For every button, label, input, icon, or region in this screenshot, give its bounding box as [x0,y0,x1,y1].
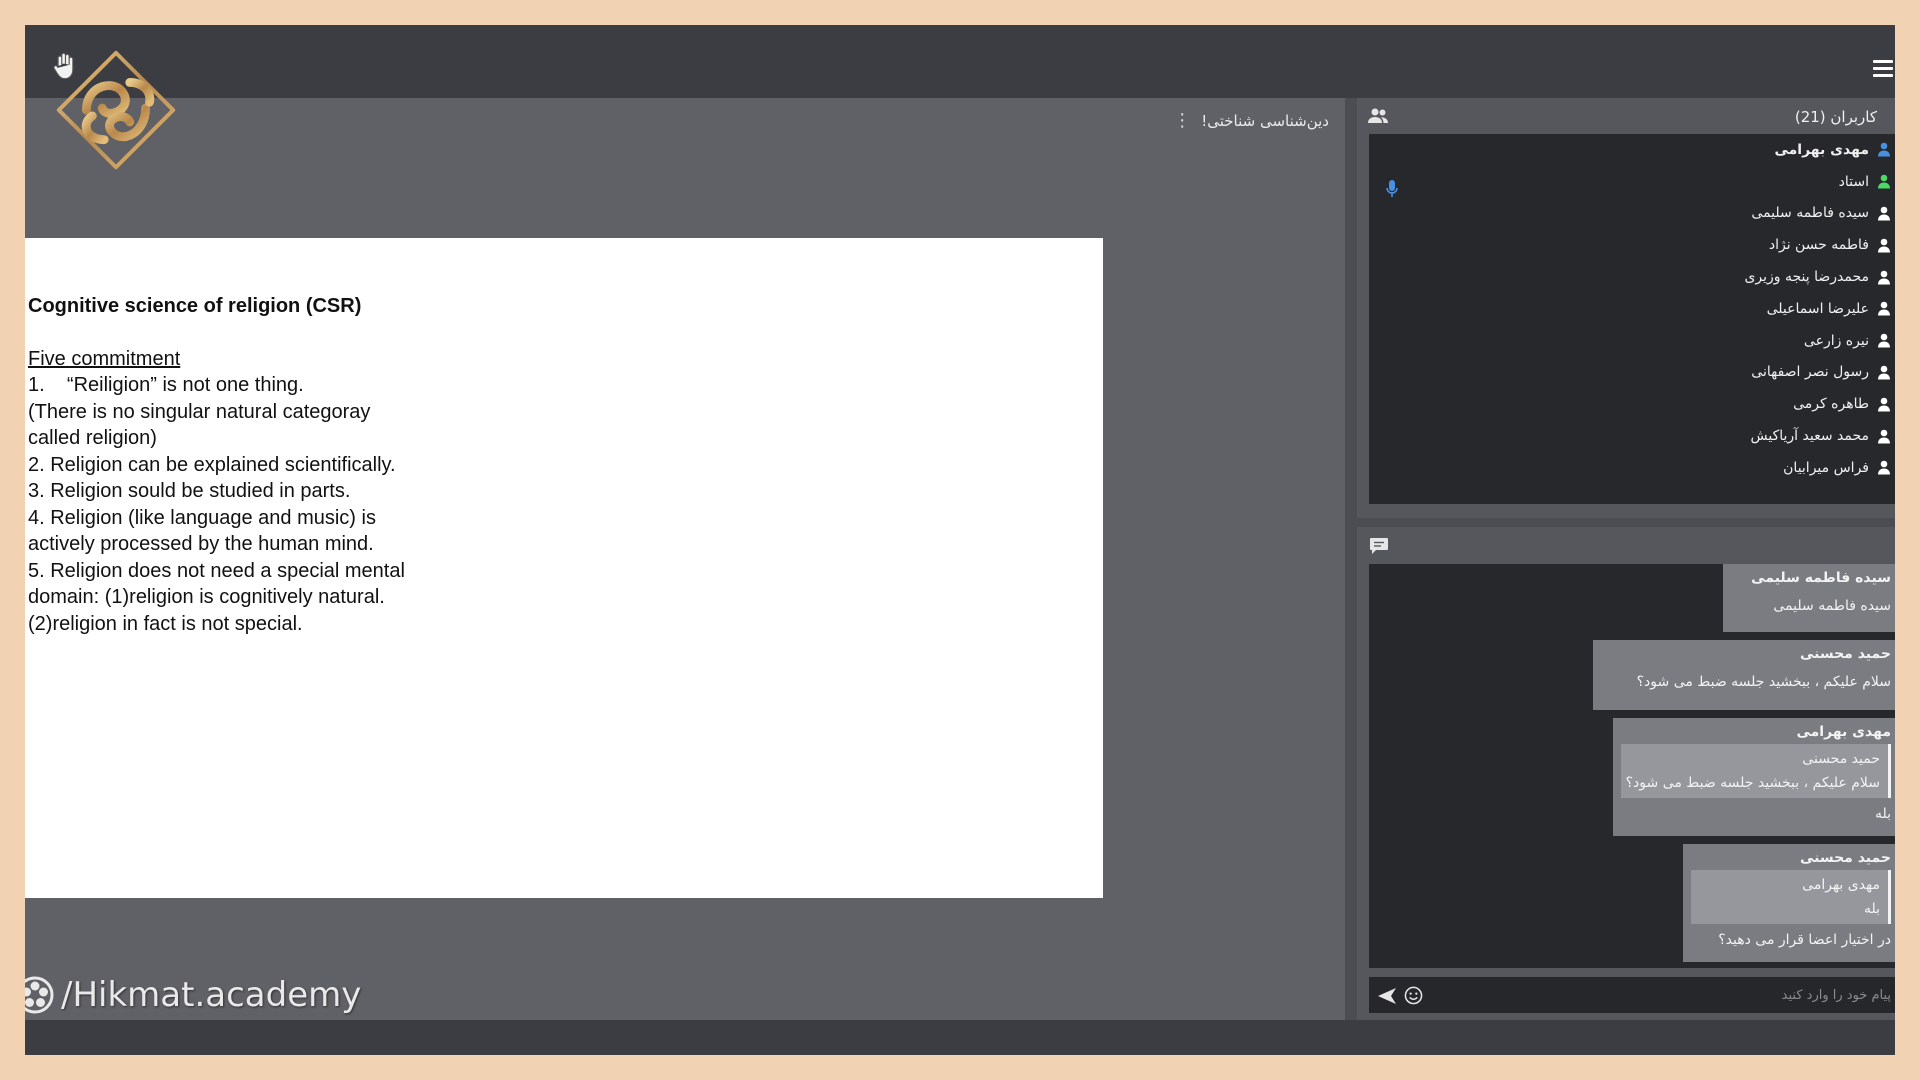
watermark-text: /Hikmat.academy [61,975,362,1015]
user-list-item[interactable]: مهدی بهرامی [1369,134,1895,166]
message-text: در اختیار اعضا قرار می دهید؟ [1718,932,1891,948]
message-author: مهدی بهرامی [1796,724,1891,740]
presentation-title: دین‌شناسی شناختی! [1201,112,1329,130]
quoted-message: مهدی بهرامی بله [1691,870,1891,924]
slide-line: 1. “Reiligion” is not one thing. [28,374,304,396]
user-name: علیرضا اسماعیلی [1766,300,1869,317]
slide-line: 5. Religion does not need a special ment… [28,559,405,582]
person-icon [1878,206,1890,221]
user-name: طاهره کرمی [1793,396,1869,413]
person-icon [1878,143,1890,157]
message-text: سلام علیکم ، ببخشید جلسه ضبط می شود؟ [1636,674,1891,690]
user-list-item[interactable]: رسول نصر اصفهانی [1369,357,1895,389]
top-bar [25,25,1895,98]
presentation-header: دین‌شناسی شناختی! ⋮ [1173,112,1329,131]
message-text: بله [1874,806,1891,822]
slide-line: domain: (1)religion is cognitively natur… [28,586,385,608]
quoted-author: حمید محسنی [1802,751,1880,767]
user-name: رسول نصر اصفهانی [1751,364,1869,381]
slide-line: 3. Religion sould be studied in parts. [28,480,351,502]
film-reel-icon [25,976,54,1014]
quoted-author: مهدی بهرامی [1802,877,1880,893]
person-icon [1878,333,1890,348]
user-list-item[interactable]: علیرضا اسماعیلی [1369,293,1895,325]
user-list-item[interactable]: طاهره کرمی [1369,388,1895,420]
user-list-item[interactable]: استاد [1369,166,1895,198]
slide-line: (2)religion in fact is not special. [28,612,303,635]
slide: Cognitive science of religion (CSR) Five… [25,238,1103,898]
person-icon [1878,238,1890,253]
slide-line: 2. Religion can be explained scientifica… [28,453,396,476]
chat-input-bar [1369,977,1895,1013]
quoted-text: بله [1863,901,1880,917]
slide-subtitle: Five commitment [28,347,181,370]
chat-message: حمید محسنی سلام علیکم ، ببخشید جلسه ضبط … [1593,640,1895,710]
bottom-bar [25,1020,1895,1055]
message-author: سیده فاطمه سلیمی [1751,570,1891,586]
quoted-message: حمید محسنی سلام علیکم ، ببخشید جلسه ضبط … [1621,744,1891,798]
quoted-text: سلام علیکم ، ببخشید جلسه ضبط می شود؟ [1625,775,1880,791]
user-name: سیده فاطمه سلیمی [1751,205,1869,222]
logo-icon [47,45,185,183]
users-panel: کاربران (21) مهدی بهرامی استاد سیده فاطمه … [1357,98,1895,518]
person-icon [1878,174,1890,189]
user-name: محمد سعید آریاکیش [1750,428,1870,445]
presentation-area: دین‌شناسی شناختی! ⋮ Cognitive science of… [25,98,1345,1020]
hamburger-menu-icon[interactable] [1873,60,1893,78]
user-name: فراس میرابیان [1783,459,1869,476]
person-icon [1878,365,1890,380]
user-name: فاطمه حسن نژاد [1768,237,1869,254]
user-name: استاد [1838,173,1869,190]
chat-message: حمید محسنی مهدی بهرامی بله در اختیار اعض… [1683,844,1895,962]
kebab-menu-icon[interactable]: ⋮ [1173,112,1191,130]
user-rows: مهدی بهرامی استاد سیده فاطمه سلیمی فاطمه حس… [1369,134,1895,484]
meeting-app: دین‌شناسی شناختی! ⋮ Cognitive science of… [25,25,1895,1055]
person-icon [1878,429,1890,444]
chat-message: مهدی بهرامی حمید محسنی سلام علیکم ، ببخش… [1613,718,1895,836]
message-author: حمید محسنی [1799,850,1891,866]
message-text: سیده فاطمه سلیمی [1773,598,1891,614]
slide-line: 4. Religion (like language and music) is [28,506,376,529]
user-list-item[interactable]: نیره زارعی [1369,325,1895,357]
message-author: حمید محسنی [1799,646,1891,662]
person-icon [1878,397,1890,412]
user-list-item[interactable]: محمدرضا پنجه وزیری [1369,261,1895,293]
chat-icon [1370,538,1388,554]
user-name: نیره زارعی [1803,332,1869,349]
users-list: مهدی بهرامی استاد سیده فاطمه سلیمی فاطمه حس… [1369,134,1895,504]
chat-messages: سیده فاطمه سلیمی سیده فاطمه سلیمی حمید م… [1369,564,1895,968]
watermark: /Hikmat.academy [25,975,361,1015]
chat-input[interactable] [1461,983,1891,1007]
users-icon [1368,108,1388,123]
user-list-item[interactable]: محمد سعید آریاکیش [1369,420,1895,452]
chat-panel: سیده فاطمه سلیمی سیده فاطمه سلیمی حمید م… [1357,527,1895,1020]
slide-body: 1. “Reiligion” is not one thing. (There i… [28,372,1103,637]
slide-title: Cognitive science of religion (CSR) [28,295,362,317]
users-title: کاربران (21) [1794,108,1877,126]
person-icon [1878,270,1890,285]
slide-line: called religion) [28,427,157,449]
user-name: مهدی بهرامی [1774,141,1869,158]
user-list-item[interactable]: سیده فاطمه سلیمی [1369,198,1895,230]
chat-message: سیده فاطمه سلیمی سیده فاطمه سلیمی [1723,564,1895,632]
user-list-item[interactable]: فراس میرابیان [1369,452,1895,484]
user-list-item[interactable]: فاطمه حسن نژاد [1369,229,1895,261]
person-icon [1878,461,1890,475]
users-header: کاربران (21) [1357,98,1895,134]
user-name: محمدرضا پنجه وزیری [1744,269,1869,286]
send-icon[interactable] [1377,987,1397,1005]
person-icon [1878,302,1890,316]
slide-line: actively processed by the human mind. [28,533,374,555]
emoji-icon[interactable] [1404,986,1423,1005]
slide-line: (There is no singular natural categoray [28,400,371,423]
